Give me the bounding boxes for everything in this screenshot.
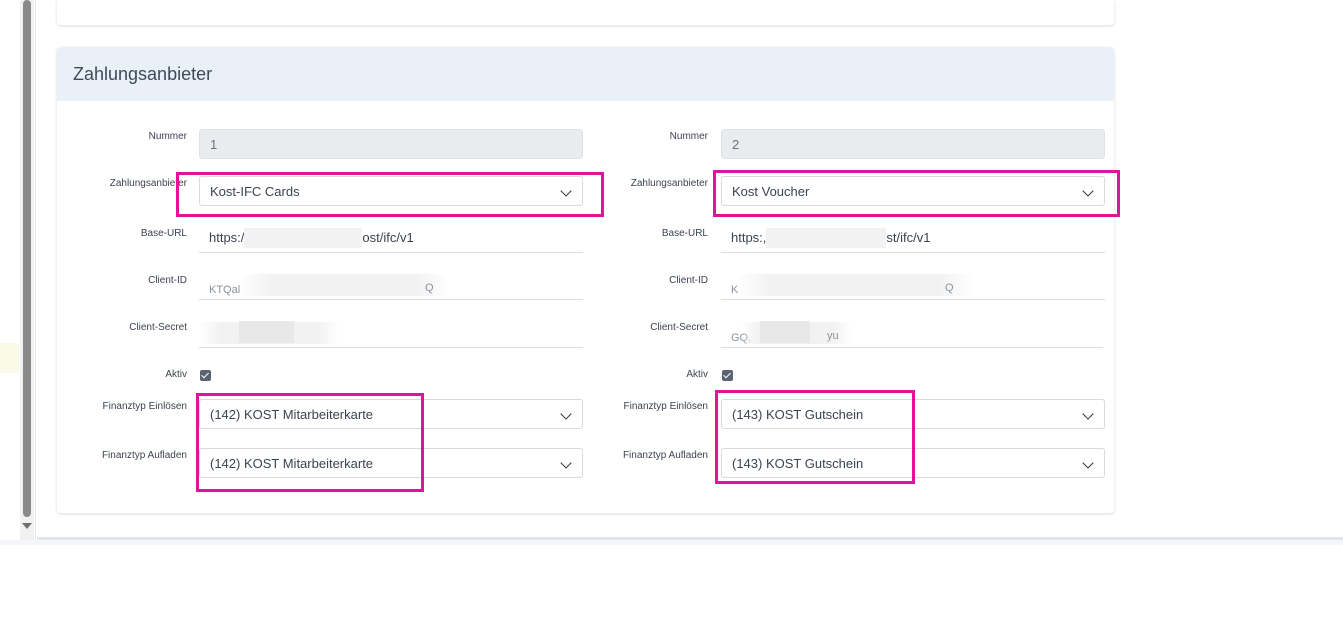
redacted-block bbox=[239, 274, 449, 296]
clientid-label-2: Client-ID bbox=[669, 275, 708, 286]
aktiv-label-1: Aktiv bbox=[165, 369, 187, 380]
nummer-label-1: Nummer bbox=[148, 131, 187, 142]
aktiv-checkbox-2[interactable] bbox=[722, 370, 733, 381]
aufladen-label-1: Finanztyp Aufladen bbox=[101, 450, 187, 461]
baseurl-label-2: Base-URL bbox=[661, 228, 708, 239]
clientid-label-1: Client-ID bbox=[148, 275, 187, 286]
nummer-value-2: 2 bbox=[732, 136, 740, 152]
nummer-value-1: 1 bbox=[210, 136, 218, 152]
highlight-box bbox=[713, 170, 1120, 217]
highlight-box bbox=[196, 393, 424, 492]
aktiv-checkbox-1[interactable] bbox=[200, 370, 211, 381]
secret-label-1: Client-Secret bbox=[129, 322, 187, 333]
aktiv-label-2: Aktiv bbox=[686, 369, 708, 380]
side-tab[interactable] bbox=[0, 343, 19, 373]
secret-input-1[interactable] bbox=[199, 318, 583, 348]
baseurl-input-2[interactable]: https:, st/ifc/v1 bbox=[721, 223, 1105, 253]
clientid-tail-1: Q bbox=[425, 282, 434, 294]
redacted-block bbox=[244, 227, 363, 248]
nummer-label-2: Nummer bbox=[669, 131, 708, 142]
anbieter-label-1: Zahlungsanbieter bbox=[109, 178, 187, 189]
einloesen-label-1: Finanztyp Einlösen bbox=[102, 401, 188, 412]
secret-label-2: Client-Secret bbox=[650, 322, 708, 333]
chevron-down-icon bbox=[560, 408, 572, 420]
previous-card bbox=[57, 0, 1114, 25]
redacted-block bbox=[766, 227, 887, 248]
redacted-block bbox=[239, 321, 294, 343]
redacted-block bbox=[760, 321, 810, 343]
scroll-down-arrow-icon[interactable] bbox=[22, 523, 32, 529]
clientid-input-1[interactable]: KTQal Q bbox=[199, 270, 583, 300]
aufladen-label-2: Finanztyp Aufladen bbox=[622, 450, 708, 461]
nummer-field-1: 1 bbox=[199, 129, 583, 159]
secret-tail-2: yu bbox=[827, 330, 839, 342]
card-header: Zahlungsanbieter bbox=[57, 47, 1114, 101]
divider bbox=[0, 540, 1343, 545]
chevron-down-icon bbox=[560, 457, 572, 469]
baseurl-suffix-2: st/ifc/v1 bbox=[886, 230, 931, 245]
baseurl-prefix-1: https:/ bbox=[209, 230, 245, 245]
baseurl-label-1: Base-URL bbox=[140, 228, 187, 239]
clientid-tail-2: Q bbox=[945, 282, 954, 294]
app-screen: Zahlungsanbieter Nummer 1 Zahlungsanbiet… bbox=[0, 0, 1343, 643]
chevron-down-icon bbox=[1082, 457, 1094, 469]
einloesen-label-2: Finanztyp Einlösen bbox=[623, 401, 709, 412]
highlight-box bbox=[176, 172, 604, 217]
highlight-box bbox=[715, 390, 915, 484]
baseurl-input-1[interactable]: https:/ ost/ifc/v1 bbox=[199, 223, 583, 253]
clientid-visible-1: KTQal bbox=[209, 283, 241, 296]
secret-input-2[interactable]: GQ, yu bbox=[721, 318, 1103, 348]
baseurl-suffix-1: ost/ifc/v1 bbox=[362, 230, 414, 245]
scrollbar-thumb[interactable] bbox=[23, 0, 31, 517]
chevron-down-icon bbox=[1082, 408, 1094, 420]
clientid-input-2[interactable]: K Q bbox=[721, 270, 1105, 300]
baseurl-prefix-2: https:, bbox=[731, 230, 767, 245]
nummer-field-2: 2 bbox=[721, 129, 1105, 159]
card-title: Zahlungsanbieter bbox=[73, 63, 213, 84]
redacted-block bbox=[735, 274, 975, 296]
